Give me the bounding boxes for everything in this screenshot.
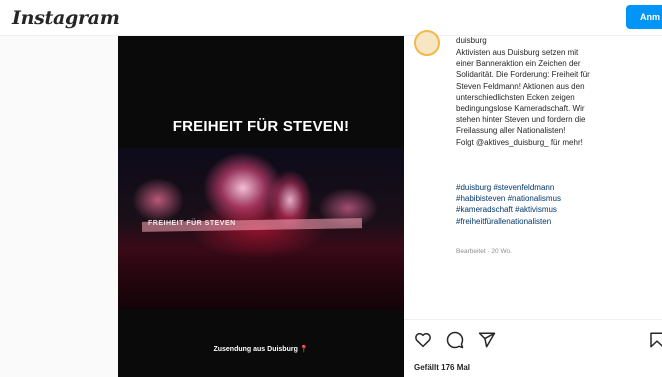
- author-avatar[interactable]: [414, 30, 440, 56]
- protest-banner-text: FREIHEIT FÜR STEVEN: [148, 220, 236, 227]
- story-caption-text: Zusendung aus Duisburg: [213, 346, 298, 353]
- caption-line: Steven Feldmann! Aktionen aus den: [456, 81, 585, 91]
- story-title: FREIHEIT FÜR STEVEN!: [172, 118, 350, 135]
- caption-line: Folgt @aktives_duisburg_ für mehr!: [456, 137, 583, 147]
- post-caption: Aktivisten aus Duisburg setzen mit einer…: [456, 47, 656, 148]
- likes-count[interactable]: Gefällt 176 Mal: [414, 363, 470, 372]
- post-details: duisburg Aktivisten aus Duisburg setzen …: [404, 30, 662, 377]
- heart-icon[interactable]: [414, 331, 432, 349]
- author-username[interactable]: duisburg: [456, 36, 487, 45]
- signup-button[interactable]: Anm: [626, 5, 662, 29]
- edited-timestamp: Bearbeitet · 20 Wo.: [456, 248, 512, 255]
- caption-line: einer Banneraktion ein Zeichen der: [456, 59, 581, 69]
- hashtag-link[interactable]: #habibisteven #nationalismus: [456, 193, 656, 204]
- instagram-logo[interactable]: Instagram: [12, 7, 120, 29]
- post-media[interactable]: FREIHEIT FÜR STEVEN! FREIHEIT FÜR STEVEN…: [118, 36, 404, 377]
- caption-line: stehen hinter Steven und fordern die: [456, 115, 586, 125]
- comment-icon[interactable]: [446, 331, 464, 349]
- send-icon[interactable]: [478, 331, 496, 349]
- caption-line: Aktivisten aus Duisburg setzen mit: [456, 48, 579, 57]
- caption-line: unterschiedlichsten Ecken zeigen: [456, 92, 575, 102]
- caption-line: bedingungslose Kameradschaft. Wir: [456, 104, 585, 114]
- hashtag-link[interactable]: #freiheitfürallenationalisten: [456, 216, 656, 227]
- hashtag-link[interactable]: #duisburg #stevenfeldmann: [456, 182, 656, 193]
- post-hashtags: #duisburg #stevenfeldmann #habibisteven …: [456, 182, 656, 227]
- story-caption: Zusendung aus Duisburg 📍: [118, 345, 404, 353]
- top-navigation-bar: Instagram Anm: [0, 0, 662, 36]
- post-photo: FREIHEIT FÜR STEVEN: [118, 148, 404, 310]
- actions-divider: [404, 319, 662, 320]
- location-pin-icon: 📍: [299, 346, 309, 353]
- caption-line: Freilassung aller Nationalisten!: [456, 126, 566, 136]
- hashtag-link[interactable]: #kameradschaft #aktivismus: [456, 204, 656, 215]
- bookmark-icon[interactable]: [648, 331, 662, 349]
- caption-line: Solidarität. Die Forderung: Freiheit für: [456, 70, 590, 80]
